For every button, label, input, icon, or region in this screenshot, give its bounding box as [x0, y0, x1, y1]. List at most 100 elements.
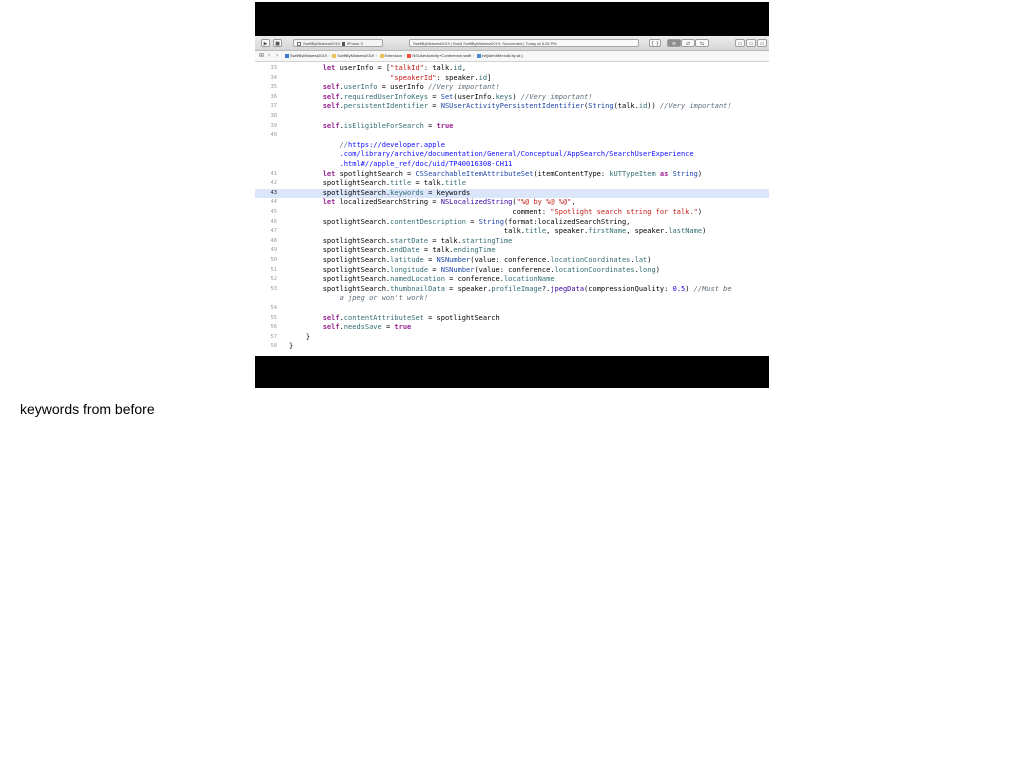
code-line[interactable]: 47 talk.title, speaker.firstName, speake… [255, 227, 769, 237]
breadcrumb-separator: › [473, 53, 475, 58]
breadcrumb-separator: › [404, 53, 406, 58]
line-number: 37 [270, 103, 278, 110]
forward-button[interactable]: › [276, 51, 278, 61]
folder-icon [379, 53, 384, 58]
code-line[interactable]: 51 spotlightSearch.longitude = NSNumber(… [255, 266, 769, 276]
folder-icon [332, 53, 337, 58]
breadcrumb-separator: › [376, 53, 378, 58]
line-number: 44 [270, 199, 278, 206]
code-line[interactable]: 44 let localizedSearchString = NSLocaliz… [255, 198, 769, 208]
line-number: 46 [270, 218, 278, 225]
line-number: 34 [270, 74, 278, 81]
line-number: 33 [270, 65, 278, 71]
code-text: spotlightSearch.contentDescription = Str… [289, 217, 631, 226]
run-button[interactable]: ▶ [261, 39, 270, 47]
assistant-editor-button[interactable]: ⇄ [681, 39, 695, 47]
code-text: spotlightSearch.namedLocation = conferen… [289, 275, 555, 284]
project-icon [285, 53, 289, 58]
method-icon [476, 53, 481, 58]
stop-button[interactable]: ■ [273, 39, 282, 47]
version-editor-button[interactable]: ⇆ [695, 39, 709, 47]
code-line[interactable]: 54 [255, 304, 769, 314]
line-number: 49 [270, 247, 278, 254]
code-line[interactable]: 43 spotlightSearch.keywords = keywords [255, 188, 769, 199]
code-text: self.needsSave = true [322, 323, 412, 332]
code-text: spotlightSearch.longitude = NSNumber(val… [289, 265, 660, 274]
device-icon [341, 41, 345, 46]
device-name: iPhone X [346, 41, 364, 46]
back-button[interactable]: ‹ [268, 51, 270, 61]
code-text: self.userInfo = userInfo //Very importan… [322, 83, 500, 92]
breadcrumb-file[interactable]: NSUserActivity+Conference.swift [407, 51, 471, 61]
inspector-toggle-button[interactable]: ▭ [757, 39, 767, 47]
code-text: comment: "Spotlight search string for ta… [289, 208, 703, 216]
code-text: } [289, 332, 311, 341]
code-line[interactable]: 57 } [255, 333, 769, 343]
code-line[interactable]: 39 self.isEligibleForSearch = true [255, 122, 769, 132]
code-line[interactable]: 36 self.requiredUserInfoKeys = Set(userI… [255, 93, 769, 103]
code-line[interactable]: 38 [255, 112, 769, 122]
line-number: 41 [270, 170, 278, 177]
code-text: self.contentAttributeSet = spotlightSear… [322, 313, 500, 322]
code-text: talk.title, speaker.firstName, speaker.l… [289, 227, 707, 236]
code-text: } [289, 342, 294, 351]
line-number: 52 [270, 276, 278, 283]
code-text: spotlightSearch.title = talk.title [289, 179, 467, 188]
line-number: 58 [270, 343, 278, 350]
code-line[interactable]: .html#//apple_ref/doc/uid/TP40016308-CH1… [255, 160, 769, 170]
code-line[interactable]: 52 spotlightSearch.namedLocation = confe… [255, 275, 769, 285]
code-line[interactable]: 34 "speakerId": speaker.id] [255, 74, 769, 84]
xcode-screenshot: ▶ ■ SwiftByMidwest2019 iPhone X SwiftByMi… [255, 2, 769, 388]
line-number: 47 [270, 228, 278, 235]
code-line[interactable]: 45 comment: "Spotlight search string for… [255, 208, 769, 218]
code-line[interactable]: 56 self.needsSave = true [255, 323, 769, 333]
debug-toggle-button[interactable]: ▭ [746, 39, 756, 47]
code-text: spotlightSearch.thumbnailData = speaker.… [289, 284, 732, 293]
code-line[interactable]: 41 let spotlightSearch = CSSearchableIte… [255, 170, 769, 180]
line-number: 35 [270, 84, 278, 91]
code-text: "speakerId": speaker.id] [390, 73, 492, 82]
navigator-toggle-button[interactable]: ▭ [735, 39, 745, 47]
line-number: 55 [270, 314, 278, 321]
code-text: let userInfo = ["talkId": talk.id, [322, 64, 467, 72]
code-line[interactable]: 40 [255, 131, 769, 141]
code-line[interactable]: 55 self.contentAttributeSet = spotlightS… [255, 314, 769, 324]
breadcrumb-symbol[interactable]: init(identifier:talk:by:at:) [476, 51, 523, 61]
code-line[interactable]: 37 self.persistentIdentifier = NSUserAct… [255, 102, 769, 112]
scheme-selector[interactable]: SwiftByMidwest2019 iPhone X [293, 39, 383, 47]
slide-caption: keywords from before [20, 401, 155, 417]
standard-editor-button[interactable]: ≡ [667, 39, 681, 47]
line-number: 51 [270, 266, 278, 273]
line-number: 48 [270, 237, 278, 244]
code-line[interactable]: 42 spotlightSearch.title = talk.title [255, 179, 769, 189]
code-text: self.requiredUserInfoKeys = Set(userInfo… [322, 92, 593, 101]
line-number: 36 [270, 93, 278, 100]
code-text: spotlightSearch.startDate = talk.startin… [289, 236, 513, 245]
breadcrumb-group[interactable]: SwiftByMidwest2019 [332, 51, 374, 61]
code-line[interactable]: 35 self.userInfo = userInfo //Very impor… [255, 83, 769, 93]
line-number: 53 [270, 285, 278, 292]
breadcrumb-project[interactable]: SwiftByMidwest2019 [285, 51, 327, 61]
line-number: 42 [270, 180, 278, 187]
code-line[interactable]: .com/library/archive/documentation/Gener… [255, 150, 769, 160]
library-button[interactable]: { } [649, 39, 661, 47]
breadcrumb: SwiftByMidwest2019 › SwiftByMidwest2019 › Ex… [285, 51, 525, 61]
code-line[interactable]: 58} [255, 342, 769, 352]
activity-status: SwiftByMidwest2019 | Build SwiftByMidwes… [409, 39, 639, 47]
code-line[interactable]: 53 spotlightSearch.thumbnailData = speak… [255, 285, 769, 295]
code-text: spotlightSearch.keywords = keywords [289, 188, 471, 197]
line-number: 45 [270, 209, 278, 215]
related-items-icon[interactable]: ⊞ [259, 51, 264, 61]
code-line[interactable]: 46 spotlightSearch.contentDescription = … [255, 218, 769, 228]
code-line[interactable]: 33 let userInfo = ["talkId": talk.id, [255, 64, 769, 74]
breadcrumb-folder[interactable]: Extension [379, 51, 402, 61]
code-line[interactable]: a jpeg or won't work! [255, 294, 769, 304]
code-text: spotlightSearch.latitude = NSNumber(valu… [289, 256, 652, 264]
code-line[interactable]: 49 spotlightSearch.endDate = talk.ending… [255, 246, 769, 256]
source-editor[interactable]: 33 let userInfo = ["talkId": talk.id, 34 … [255, 62, 769, 356]
code-line[interactable]: 48 spotlightSearch.startDate = talk.star… [255, 237, 769, 247]
code-line[interactable]: //https://developer.apple [255, 141, 769, 151]
line-number: 54 [270, 305, 278, 311]
jump-bar: ⊞ ‹ › SwiftByMidwest2019 › SwiftByMidwest2… [255, 51, 769, 62]
code-line[interactable]: 50 spotlightSearch.latitude = NSNumber(v… [255, 256, 769, 266]
